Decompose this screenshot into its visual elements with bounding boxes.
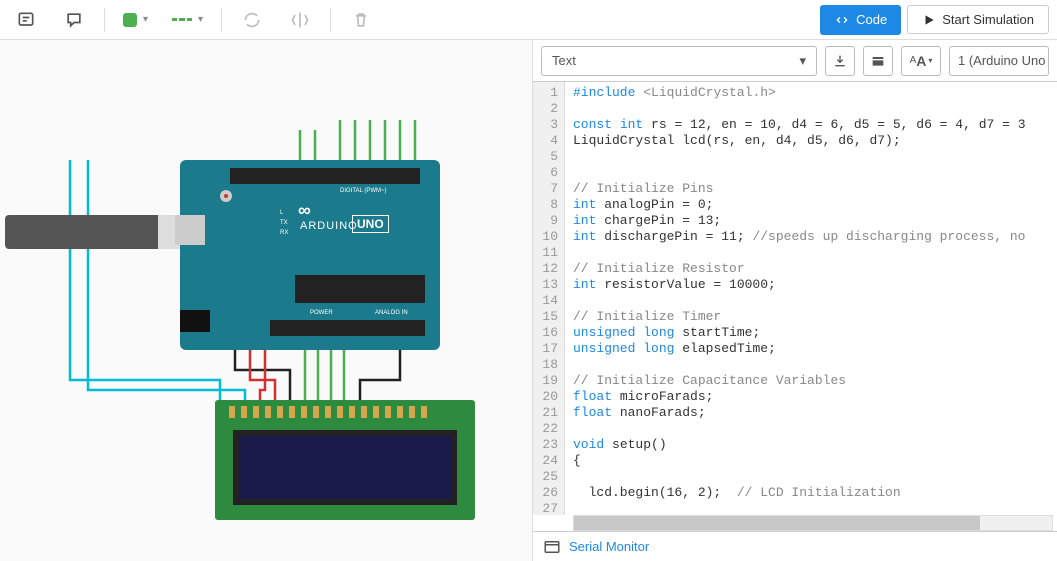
rx-label: RX (280, 230, 288, 236)
chevron-down-icon: ▾ (799, 53, 806, 69)
analog-label: ANALOG IN (375, 310, 408, 316)
separator (330, 8, 331, 32)
separator (221, 8, 222, 32)
power-label: POWER (310, 310, 333, 316)
digital-label: DIGITAL (PWM~) (340, 188, 387, 194)
code-mode-select[interactable]: Text ▾ (541, 46, 817, 76)
sim-button-label: Start Simulation (942, 12, 1034, 27)
lcd-module[interactable] (215, 400, 475, 520)
lcd-pin-header (229, 406, 429, 418)
line-gutter: 1234567891011121314151617181920212223242… (533, 82, 565, 515)
delete-button[interactable] (343, 5, 379, 35)
board-select[interactable]: 1 (Arduino Uno (949, 46, 1049, 76)
arduino-text: ARDUINO (300, 220, 358, 232)
comment-tool-button[interactable] (56, 5, 92, 35)
scrollbar-thumb[interactable] (574, 516, 980, 530)
color-swatch-green (123, 13, 137, 27)
code-editor[interactable]: 1234567891011121314151617181920212223242… (533, 82, 1057, 515)
board-select-value: 1 (Arduino Uno (958, 53, 1045, 68)
code-content[interactable]: #include <LiquidCrystal.h> const int rs … (565, 82, 1057, 515)
code-button-label: Code (856, 12, 887, 27)
start-simulation-button[interactable]: Start Simulation (907, 5, 1049, 34)
code-panel: Text ▾ AA▾ 1 (Arduino Uno 12345678910111… (532, 40, 1057, 561)
arduino-uno-board[interactable]: ∞ ARDUINO UNO DIGITAL (PWM~) POWER ANALO… (180, 160, 440, 350)
library-button[interactable] (863, 46, 893, 76)
code-button[interactable]: Code (820, 5, 901, 35)
usb-port (175, 215, 205, 245)
power-jack (180, 310, 210, 332)
usb-cable (5, 215, 175, 249)
chevron-down-icon: ▾ (198, 14, 203, 25)
serial-label: Serial Monitor (569, 539, 649, 554)
circuit-canvas[interactable]: ∞ ARDUINO UNO DIGITAL (PWM~) POWER ANALO… (0, 40, 532, 561)
arduino-logo: ∞ (298, 200, 311, 221)
uno-text: UNO (352, 215, 389, 233)
wire-color-picker[interactable]: ▾ (117, 9, 154, 31)
l-label: L (280, 210, 283, 216)
microcontroller-chip (295, 275, 425, 303)
font-size-button[interactable]: AA▾ (901, 46, 941, 76)
tx-label: TX (280, 220, 288, 226)
code-mode-value: Text (552, 53, 576, 68)
top-toolbar: ▾ ▾ Code Start Simulation (0, 0, 1057, 40)
horizontal-scrollbar[interactable] (573, 515, 1053, 531)
serial-monitor-button[interactable]: Serial Monitor (533, 531, 1057, 561)
reset-button (220, 190, 232, 202)
note-tool-button[interactable] (8, 5, 44, 35)
lcd-screen (233, 430, 457, 505)
mirror-button[interactable] (282, 5, 318, 35)
wire-style-picker[interactable]: ▾ (166, 10, 209, 29)
separator (104, 8, 105, 32)
download-button[interactable] (825, 46, 855, 76)
rotate-button[interactable] (234, 5, 270, 35)
code-toolbar: Text ▾ AA▾ 1 (Arduino Uno (533, 40, 1057, 82)
chevron-down-icon: ▾ (143, 14, 148, 25)
